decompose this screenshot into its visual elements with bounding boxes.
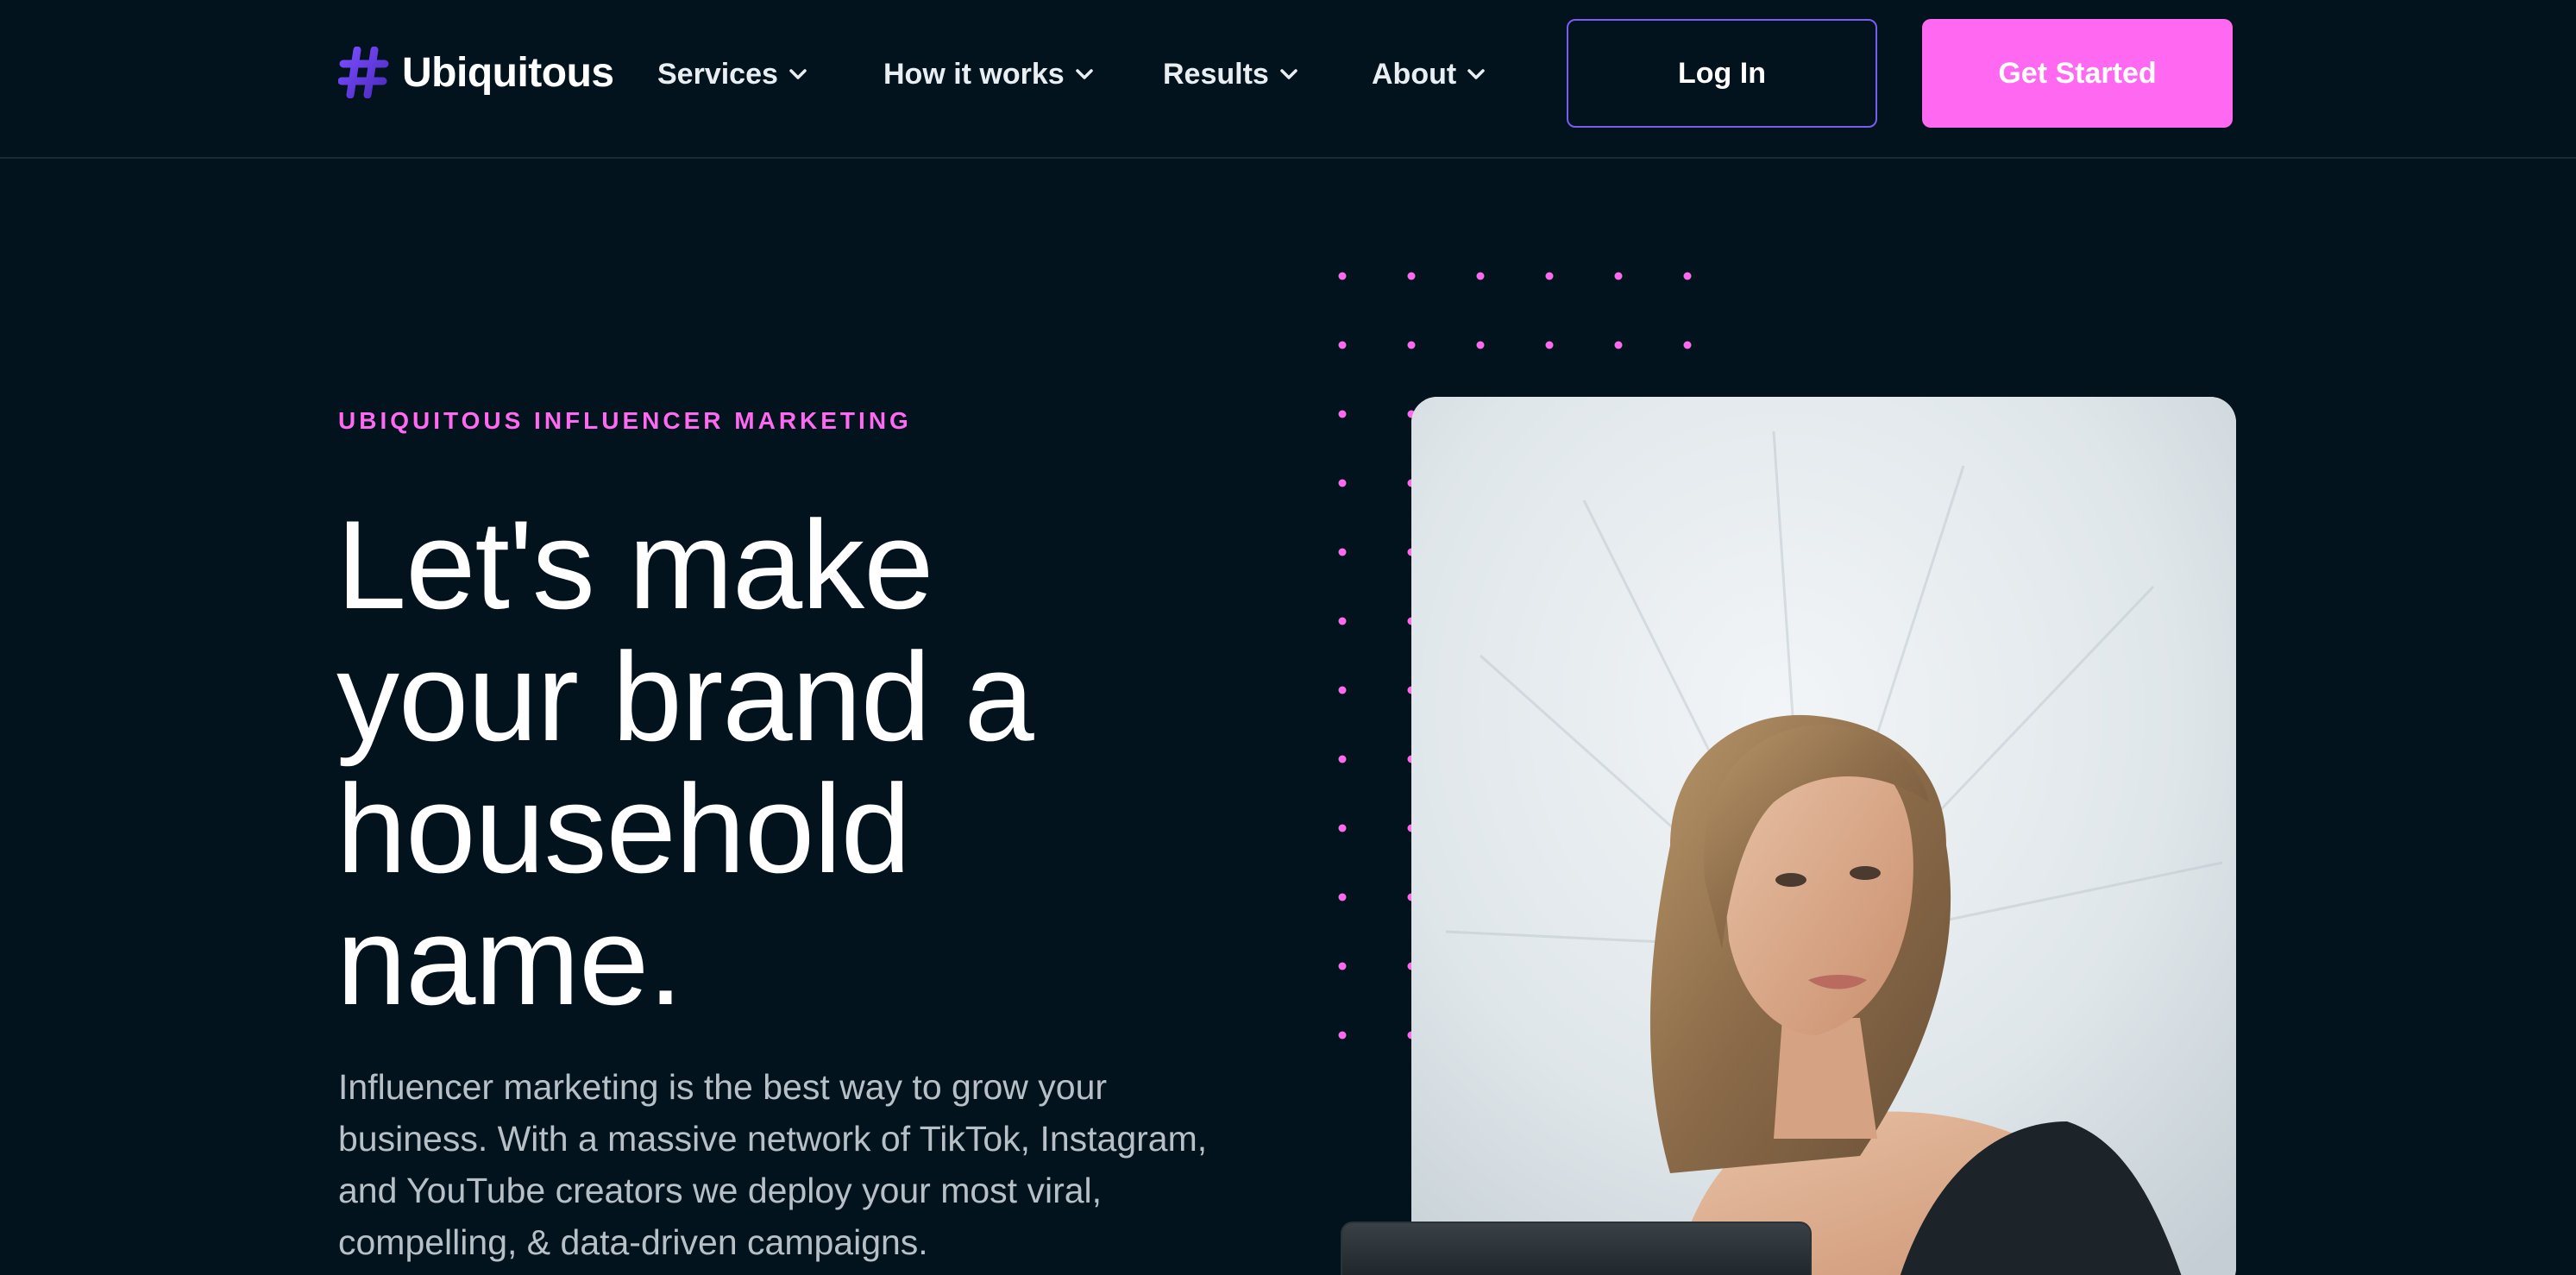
nav-item-how-it-works[interactable]: How it works — [883, 53, 1094, 95]
hero-headline: Let's make your brand a household name. — [336, 494, 1034, 1031]
grid-dot — [1614, 272, 1623, 280]
grid-dot — [1338, 410, 1347, 418]
nav-item-about[interactable]: About — [1372, 53, 1486, 95]
landing-page: Ubiquitous Services How it works Results… — [0, 0, 2576, 1275]
login-button[interactable]: Log In — [1567, 19, 1877, 128]
grid-dot — [1338, 962, 1347, 970]
chevron-down-icon — [1075, 69, 1093, 79]
nav-item-label: About — [1372, 57, 1457, 91]
grid-dot — [1338, 617, 1347, 625]
brand-logo[interactable]: Ubiquitous — [338, 45, 614, 100]
nav-item-results[interactable]: Results — [1163, 53, 1298, 95]
grid-dot — [1338, 755, 1347, 763]
grid-dot — [1545, 272, 1554, 280]
grid-dot — [1614, 341, 1623, 349]
grid-dot — [1338, 479, 1347, 487]
grid-dot — [1476, 341, 1485, 349]
hero-photo — [1411, 397, 2236, 1275]
hash-icon — [338, 47, 389, 98]
grid-dot — [1545, 341, 1554, 349]
grid-dot — [1407, 341, 1416, 349]
grid-dot — [1338, 893, 1347, 901]
chevron-down-icon — [1280, 69, 1297, 79]
grid-dot — [1338, 272, 1347, 280]
grid-dot — [1683, 341, 1692, 349]
grid-dot — [1338, 341, 1347, 349]
grid-dot — [1407, 272, 1416, 280]
stats-overlay-card — [1341, 1222, 1812, 1275]
chevron-down-icon — [789, 69, 807, 79]
top-nav: Ubiquitous Services How it works Results… — [0, 0, 2576, 159]
chevron-down-icon — [1467, 69, 1485, 79]
hero-eyebrow: UBIQUITOUS INFLUENCER MARKETING — [338, 407, 912, 434]
nav-item-services[interactable]: Services — [657, 53, 807, 95]
grid-dot — [1338, 1031, 1347, 1039]
nav-item-label: How it works — [883, 57, 1065, 91]
nav-item-label: Results — [1163, 57, 1269, 91]
grid-dot — [1338, 824, 1347, 832]
grid-dot — [1476, 272, 1485, 280]
brand-name: Ubiquitous — [402, 49, 614, 96]
grid-dot — [1338, 686, 1347, 694]
get-started-button[interactable]: Get Started — [1922, 19, 2233, 128]
grid-dot — [1338, 548, 1347, 556]
grid-dot — [1683, 272, 1692, 280]
hero-subtext: Influencer marketing is the best way to … — [338, 1067, 1208, 1262]
influencer-portrait-image — [1411, 397, 2236, 1275]
nav-item-label: Services — [657, 57, 778, 91]
